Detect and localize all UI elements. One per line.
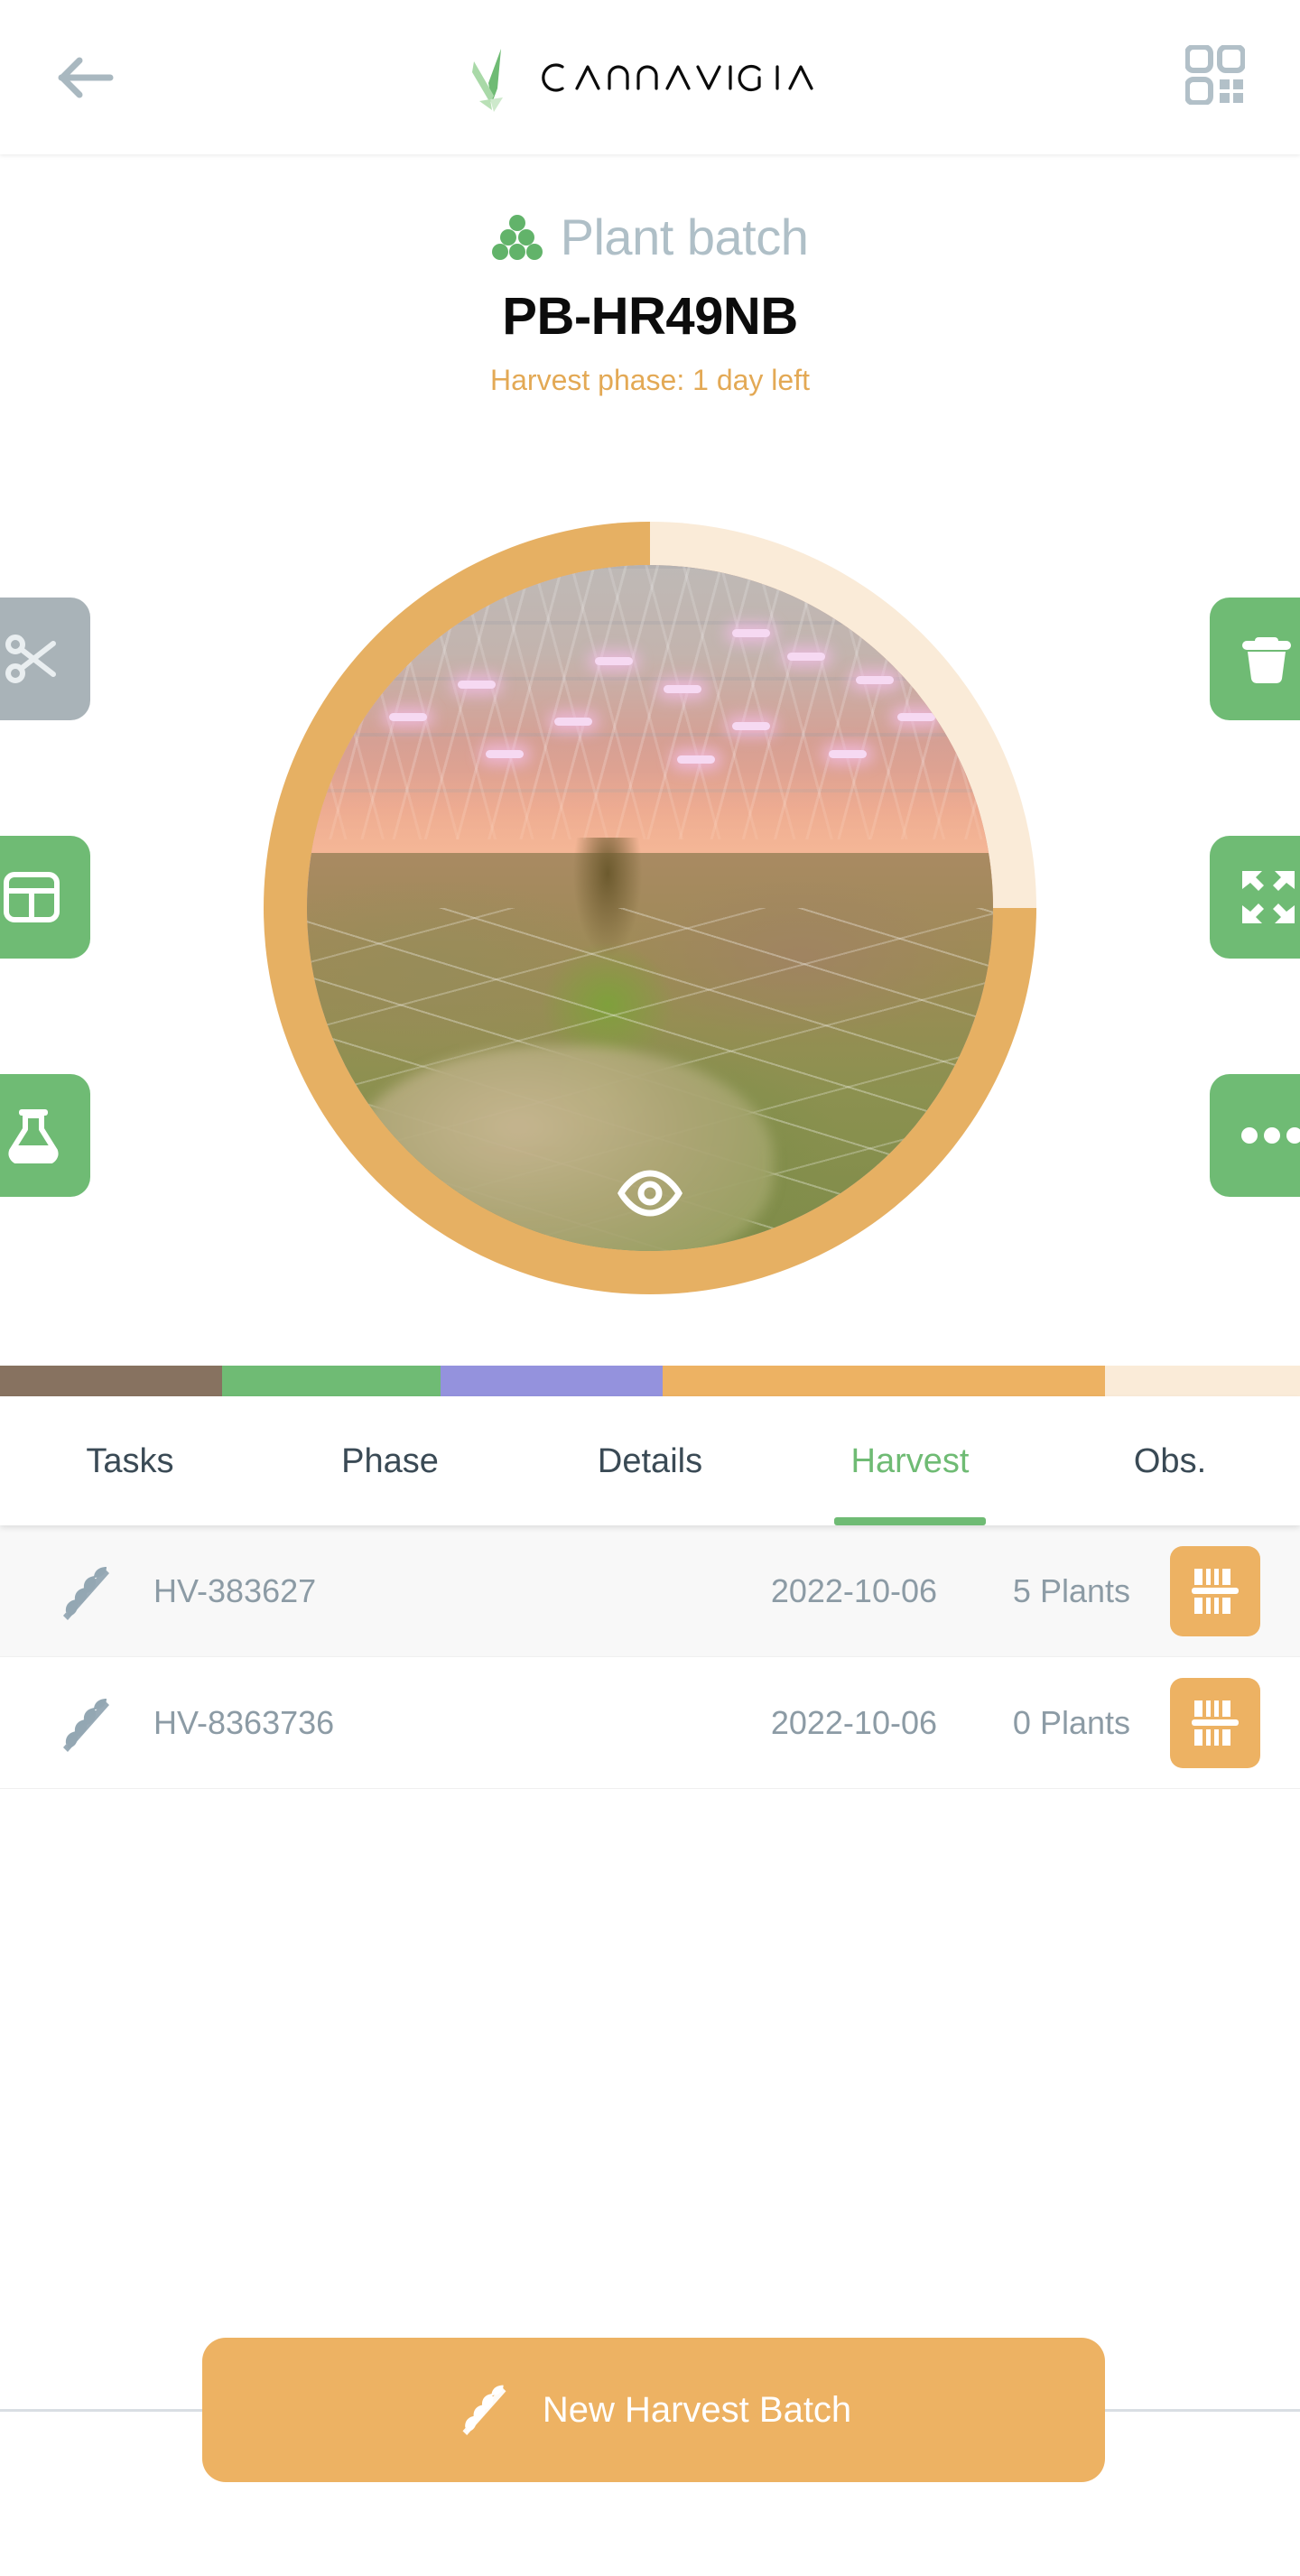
brand-logo: [467, 47, 833, 112]
arrow-left-icon: [58, 55, 114, 100]
qr-code-scan-icon: [1184, 44, 1246, 109]
move-button[interactable]: [1210, 836, 1300, 959]
table-view-button[interactable]: [0, 836, 90, 959]
harvest-code: HV-8363736: [153, 1703, 335, 1741]
app-header: [0, 0, 1300, 154]
phase-segment-harvest: [663, 1366, 1105, 1396]
tab-underline: [834, 1517, 986, 1525]
batch-photo[interactable]: [307, 565, 993, 1251]
harvest-code: HV-383627: [153, 1571, 317, 1609]
batch-id: PB-HR49NB: [502, 287, 798, 346]
brand-wordmark: [535, 56, 833, 99]
phase-progress-bar: [0, 1366, 1300, 1396]
harvest-date: 2022-10-06: [770, 1571, 937, 1609]
tab-harvest[interactable]: Harvest: [780, 1396, 1040, 1525]
more-options-button[interactable]: [1210, 1074, 1300, 1197]
table-icon: [4, 872, 60, 922]
wheat-icon: [56, 1561, 121, 1621]
phase-segment-seedling: [0, 1366, 223, 1396]
table-row[interactable]: HV-383627 2022-10-06 5 Plants: [0, 1525, 1300, 1657]
harvest-date: 2022-10-06: [770, 1703, 937, 1741]
barcode-button[interactable]: [1170, 1545, 1260, 1636]
harvest-scissors-button[interactable]: [0, 598, 90, 720]
expand-arrows-icon: [1240, 869, 1296, 925]
tab-label: Phase: [341, 1441, 439, 1480]
tab-tasks[interactable]: Tasks: [0, 1396, 260, 1525]
batch-image-area: [0, 522, 1300, 1298]
trash-icon: [1240, 632, 1293, 686]
qr-scan-button[interactable]: [1177, 40, 1253, 116]
ellipsis-icon: [1240, 1126, 1300, 1144]
lab-test-button[interactable]: [0, 1074, 90, 1197]
barcode-button[interactable]: [1170, 1677, 1260, 1768]
new-harvest-batch-label: New Harvest Batch: [542, 2390, 852, 2430]
tab-phase[interactable]: Phase: [260, 1396, 520, 1525]
scissors-icon: [4, 631, 60, 687]
flask-icon: [7, 1107, 60, 1163]
table-row[interactable]: HV-8363736 2022-10-06 0 Plants: [0, 1657, 1300, 1789]
cannavigia-leaf-icon: [467, 47, 523, 112]
plant-dots-icon: [491, 215, 543, 260]
tab-label: Harvest: [850, 1441, 970, 1480]
batch-type-row: Plant batch: [491, 204, 809, 271]
harvest-count: 0 Plants: [1012, 1703, 1130, 1741]
tab-label: Details: [597, 1441, 703, 1480]
harvest-list: HV-383627 2022-10-06 5 Plants HV-8363736…: [0, 1525, 1300, 1789]
tab-obs[interactable]: Obs.: [1040, 1396, 1300, 1525]
wheat-icon: [456, 2380, 512, 2441]
phase-status-text: Harvest phase: 1 day left: [490, 364, 810, 396]
destroy-button[interactable]: [1210, 598, 1300, 720]
tab-label: Tasks: [86, 1441, 174, 1480]
wheat-icon: [56, 1693, 121, 1753]
tab-details[interactable]: Details: [520, 1396, 780, 1525]
back-button[interactable]: [47, 39, 125, 116]
tab-bar: Tasks Phase Details Harvest Obs.: [0, 1396, 1300, 1525]
phase-segment-remaining: [1104, 1366, 1300, 1396]
batch-title-block: Plant batch PB-HR49NB Harvest phase: 1 d…: [0, 154, 1300, 396]
phase-segment-flowering: [441, 1366, 664, 1396]
eye-icon[interactable]: [618, 1170, 682, 1217]
phase-segment-vegetative: [222, 1366, 441, 1396]
harvest-count: 5 Plants: [1012, 1571, 1130, 1609]
tab-label: Obs.: [1133, 1441, 1207, 1480]
photo-foreground-bud: [348, 1045, 774, 1251]
batch-type-label: Plant batch: [560, 208, 809, 265]
batch-progress-ring-wrapper: [264, 522, 1036, 1294]
new-harvest-batch-button[interactable]: New Harvest Batch: [202, 2338, 1105, 2482]
